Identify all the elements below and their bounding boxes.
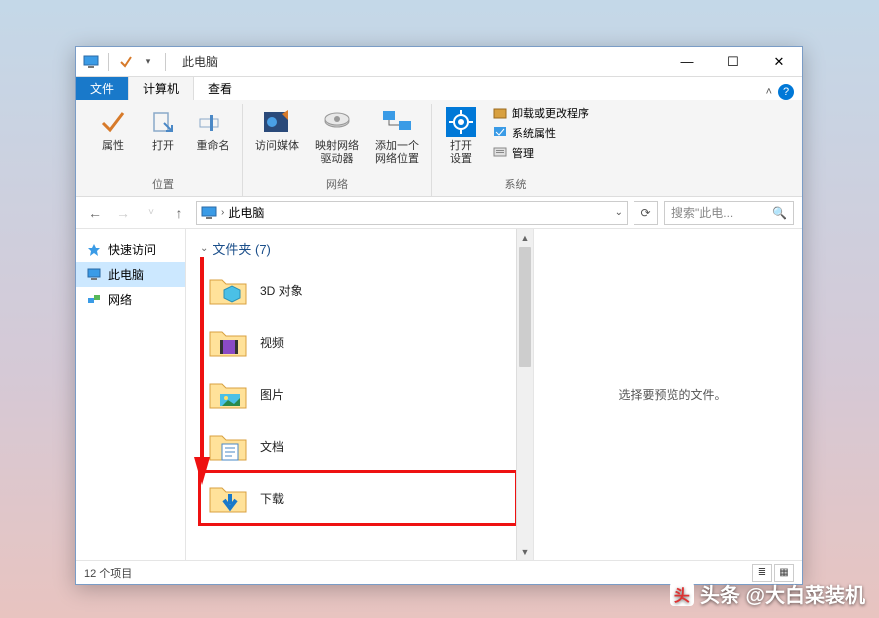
check-icon: [97, 106, 129, 138]
open-icon: [147, 106, 179, 138]
item-downloads[interactable]: 下载: [200, 472, 516, 524]
media-icon: [261, 106, 293, 138]
address-bar: ← → ˅ ↑ › 此电脑 ⌄ ⟳ 搜索"此电... 🔍: [76, 197, 802, 229]
search-icon: 🔍: [772, 206, 787, 220]
group-header-folders[interactable]: ⌄ 文件夹 (7): [200, 237, 516, 264]
status-item-count: 12 个项目: [84, 565, 132, 581]
manage-button[interactable]: 管理: [490, 144, 591, 162]
folder-downloads-icon: [208, 478, 248, 518]
help-icon[interactable]: ?: [778, 84, 794, 100]
recent-dropdown[interactable]: ˅: [140, 202, 162, 224]
open-settings-button[interactable]: 打开 设置: [440, 104, 482, 168]
tab-view[interactable]: 查看: [194, 77, 246, 100]
window-title: 此电脑: [182, 53, 218, 70]
group-label-location: 位置: [152, 176, 174, 192]
map-drive-button[interactable]: 映射网络 驱动器: [311, 104, 363, 168]
ribbon-tabs: 文件 计算机 查看 ˄ ?: [76, 77, 802, 100]
tab-computer[interactable]: 计算机: [128, 76, 194, 100]
scroll-thumb[interactable]: [519, 247, 531, 367]
open-button[interactable]: 打开: [142, 104, 184, 155]
nav-pane: 快速访问 此电脑 网络: [76, 229, 186, 560]
monitor-check-icon: [492, 125, 508, 141]
folder-video-icon: [208, 322, 248, 362]
watermark-logo-icon: 头: [670, 582, 694, 606]
separator: [165, 53, 166, 71]
preview-splitter[interactable]: [533, 229, 543, 560]
list-scrollbar[interactable]: ▲ ▼: [516, 229, 533, 560]
network-icon: [86, 292, 102, 308]
manage-icon: [492, 145, 508, 161]
watermark: 头 头条 @大白菜装机: [670, 579, 865, 608]
nav-network[interactable]: 网络: [76, 287, 185, 312]
group-label-system: 系统: [505, 176, 527, 192]
box-icon: [492, 105, 508, 121]
ribbon-group-network: 访问媒体 映射网络 驱动器 添加一个 网络位置 网络: [243, 104, 432, 196]
add-location-button[interactable]: 添加一个 网络位置: [371, 104, 423, 168]
address-field[interactable]: › 此电脑 ⌄: [196, 201, 628, 225]
system-properties-button[interactable]: 系统属性: [490, 124, 591, 142]
refresh-button[interactable]: ⟳: [634, 201, 658, 225]
ribbon-group-location: 属性 打开 重命名 位置: [84, 104, 243, 196]
watermark-text: 头条 @大白菜装机: [700, 579, 865, 608]
drive-icon: [321, 106, 353, 138]
ribbon: 属性 打开 重命名 位置 访问媒体: [76, 100, 802, 197]
star-icon: [86, 242, 102, 258]
tab-file[interactable]: 文件: [76, 77, 128, 100]
explorer-window: ▾ 此电脑 — ☐ ✕ 文件 计算机 查看 ˄ ? 属性: [75, 46, 803, 585]
preview-pane: 选择要预览的文件。: [543, 229, 802, 560]
rename-icon: [197, 106, 229, 138]
nav-this-pc[interactable]: 此电脑: [76, 262, 185, 287]
title-bar: ▾ 此电脑 — ☐ ✕: [76, 47, 802, 77]
group-label-network: 网络: [326, 176, 348, 192]
separator: [108, 53, 109, 71]
media-access-button[interactable]: 访问媒体: [251, 104, 303, 155]
content-area: ⌄ 文件夹 (7) 3D 对象 视频 图片 文档: [186, 229, 802, 560]
thispc-icon: [82, 53, 100, 71]
close-button[interactable]: ✕: [756, 47, 802, 77]
explorer-body: 快速访问 此电脑 网络 ⌄ 文件夹 (7) 3D 对象: [76, 229, 802, 560]
minimize-button[interactable]: —: [664, 47, 710, 77]
preview-message: 选择要预览的文件。: [618, 386, 726, 403]
breadcrumb[interactable]: 此电脑: [228, 204, 264, 221]
properties-qat-icon[interactable]: [117, 53, 135, 71]
network-location-icon: [381, 106, 413, 138]
item-videos[interactable]: 视频: [200, 316, 516, 368]
window-controls: — ☐ ✕: [664, 47, 802, 77]
search-placeholder: 搜索"此电...: [671, 204, 768, 221]
quick-access-toolbar: ▾ 此电脑: [76, 53, 218, 71]
properties-button[interactable]: 属性: [92, 104, 134, 155]
item-3d-objects[interactable]: 3D 对象: [200, 264, 516, 316]
rename-button[interactable]: 重命名: [192, 104, 234, 155]
qat-dropdown-icon[interactable]: ▾: [139, 53, 157, 71]
scroll-down-icon[interactable]: ▼: [517, 543, 533, 560]
forward-button[interactable]: →: [112, 202, 134, 224]
thispc-icon: [201, 206, 217, 220]
nav-quick-access[interactable]: 快速访问: [76, 237, 185, 262]
breadcrumb-sep[interactable]: ›: [221, 207, 224, 218]
ribbon-group-system: 打开 设置 卸载或更改程序 系统属性 管理: [432, 104, 599, 196]
maximize-button[interactable]: ☐: [710, 47, 756, 77]
search-input[interactable]: 搜索"此电... 🔍: [664, 201, 794, 225]
scroll-up-icon[interactable]: ▲: [517, 229, 533, 246]
folder-pictures-icon: [208, 374, 248, 414]
gear-icon: [445, 106, 477, 138]
up-button[interactable]: ↑: [168, 202, 190, 224]
item-documents[interactable]: 文档: [200, 420, 516, 472]
folder-3d-icon: [208, 270, 248, 310]
folder-list[interactable]: ⌄ 文件夹 (7) 3D 对象 视频 图片 文档: [186, 229, 516, 560]
back-button[interactable]: ←: [84, 202, 106, 224]
folder-documents-icon: [208, 426, 248, 466]
address-dropdown-icon[interactable]: ⌄: [615, 207, 623, 218]
collapse-ribbon-icon[interactable]: ˄: [766, 86, 772, 98]
item-pictures[interactable]: 图片: [200, 368, 516, 420]
uninstall-programs-button[interactable]: 卸载或更改程序: [490, 104, 591, 122]
system-sublist: 卸载或更改程序 系统属性 管理: [490, 104, 591, 162]
chevron-down-icon[interactable]: ⌄: [200, 243, 208, 254]
thispc-icon: [86, 267, 102, 283]
